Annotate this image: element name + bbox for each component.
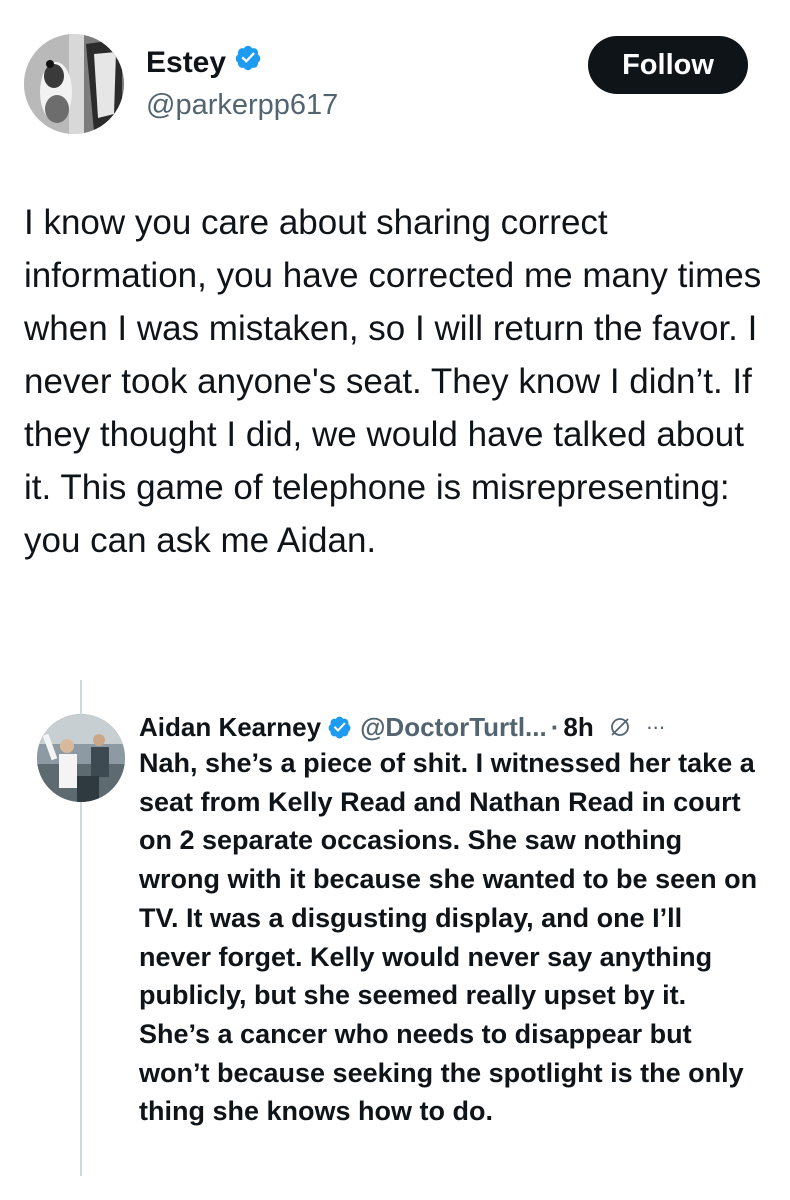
quoted-author-avatar[interactable] bbox=[37, 714, 125, 802]
verified-badge-icon bbox=[327, 715, 352, 740]
quoted-author-name[interactable]: Aidan Kearney bbox=[139, 709, 321, 745]
author-handle[interactable]: @parkerpp617 bbox=[146, 87, 338, 123]
quoted-tweet-header: Aidan Kearney @DoctorTurtl... · 8h ··· bbox=[139, 707, 666, 747]
quoted-tweet-text: Nah, she’s a piece of shit. I witnessed … bbox=[139, 748, 758, 1127]
follow-button[interactable]: Follow bbox=[588, 36, 748, 94]
author-avatar[interactable] bbox=[24, 34, 124, 134]
quoted-tweet-separator: · bbox=[550, 712, 560, 742]
more-icon[interactable]: ··· bbox=[646, 709, 666, 745]
author-name-text: Estey bbox=[146, 45, 227, 79]
tweet-text: I know you care about sharing correct in… bbox=[24, 203, 762, 560]
grok-icon[interactable] bbox=[608, 715, 632, 739]
quoted-author-handle[interactable]: @DoctorTurtl... bbox=[360, 709, 547, 745]
profile-photo-icon bbox=[24, 34, 124, 134]
quoted-profile-photo-icon bbox=[37, 714, 125, 802]
quoted-tweet-time[interactable]: 8h bbox=[563, 709, 593, 745]
author-display-name[interactable]: Estey bbox=[146, 44, 262, 81]
verified-badge-icon bbox=[234, 44, 262, 81]
